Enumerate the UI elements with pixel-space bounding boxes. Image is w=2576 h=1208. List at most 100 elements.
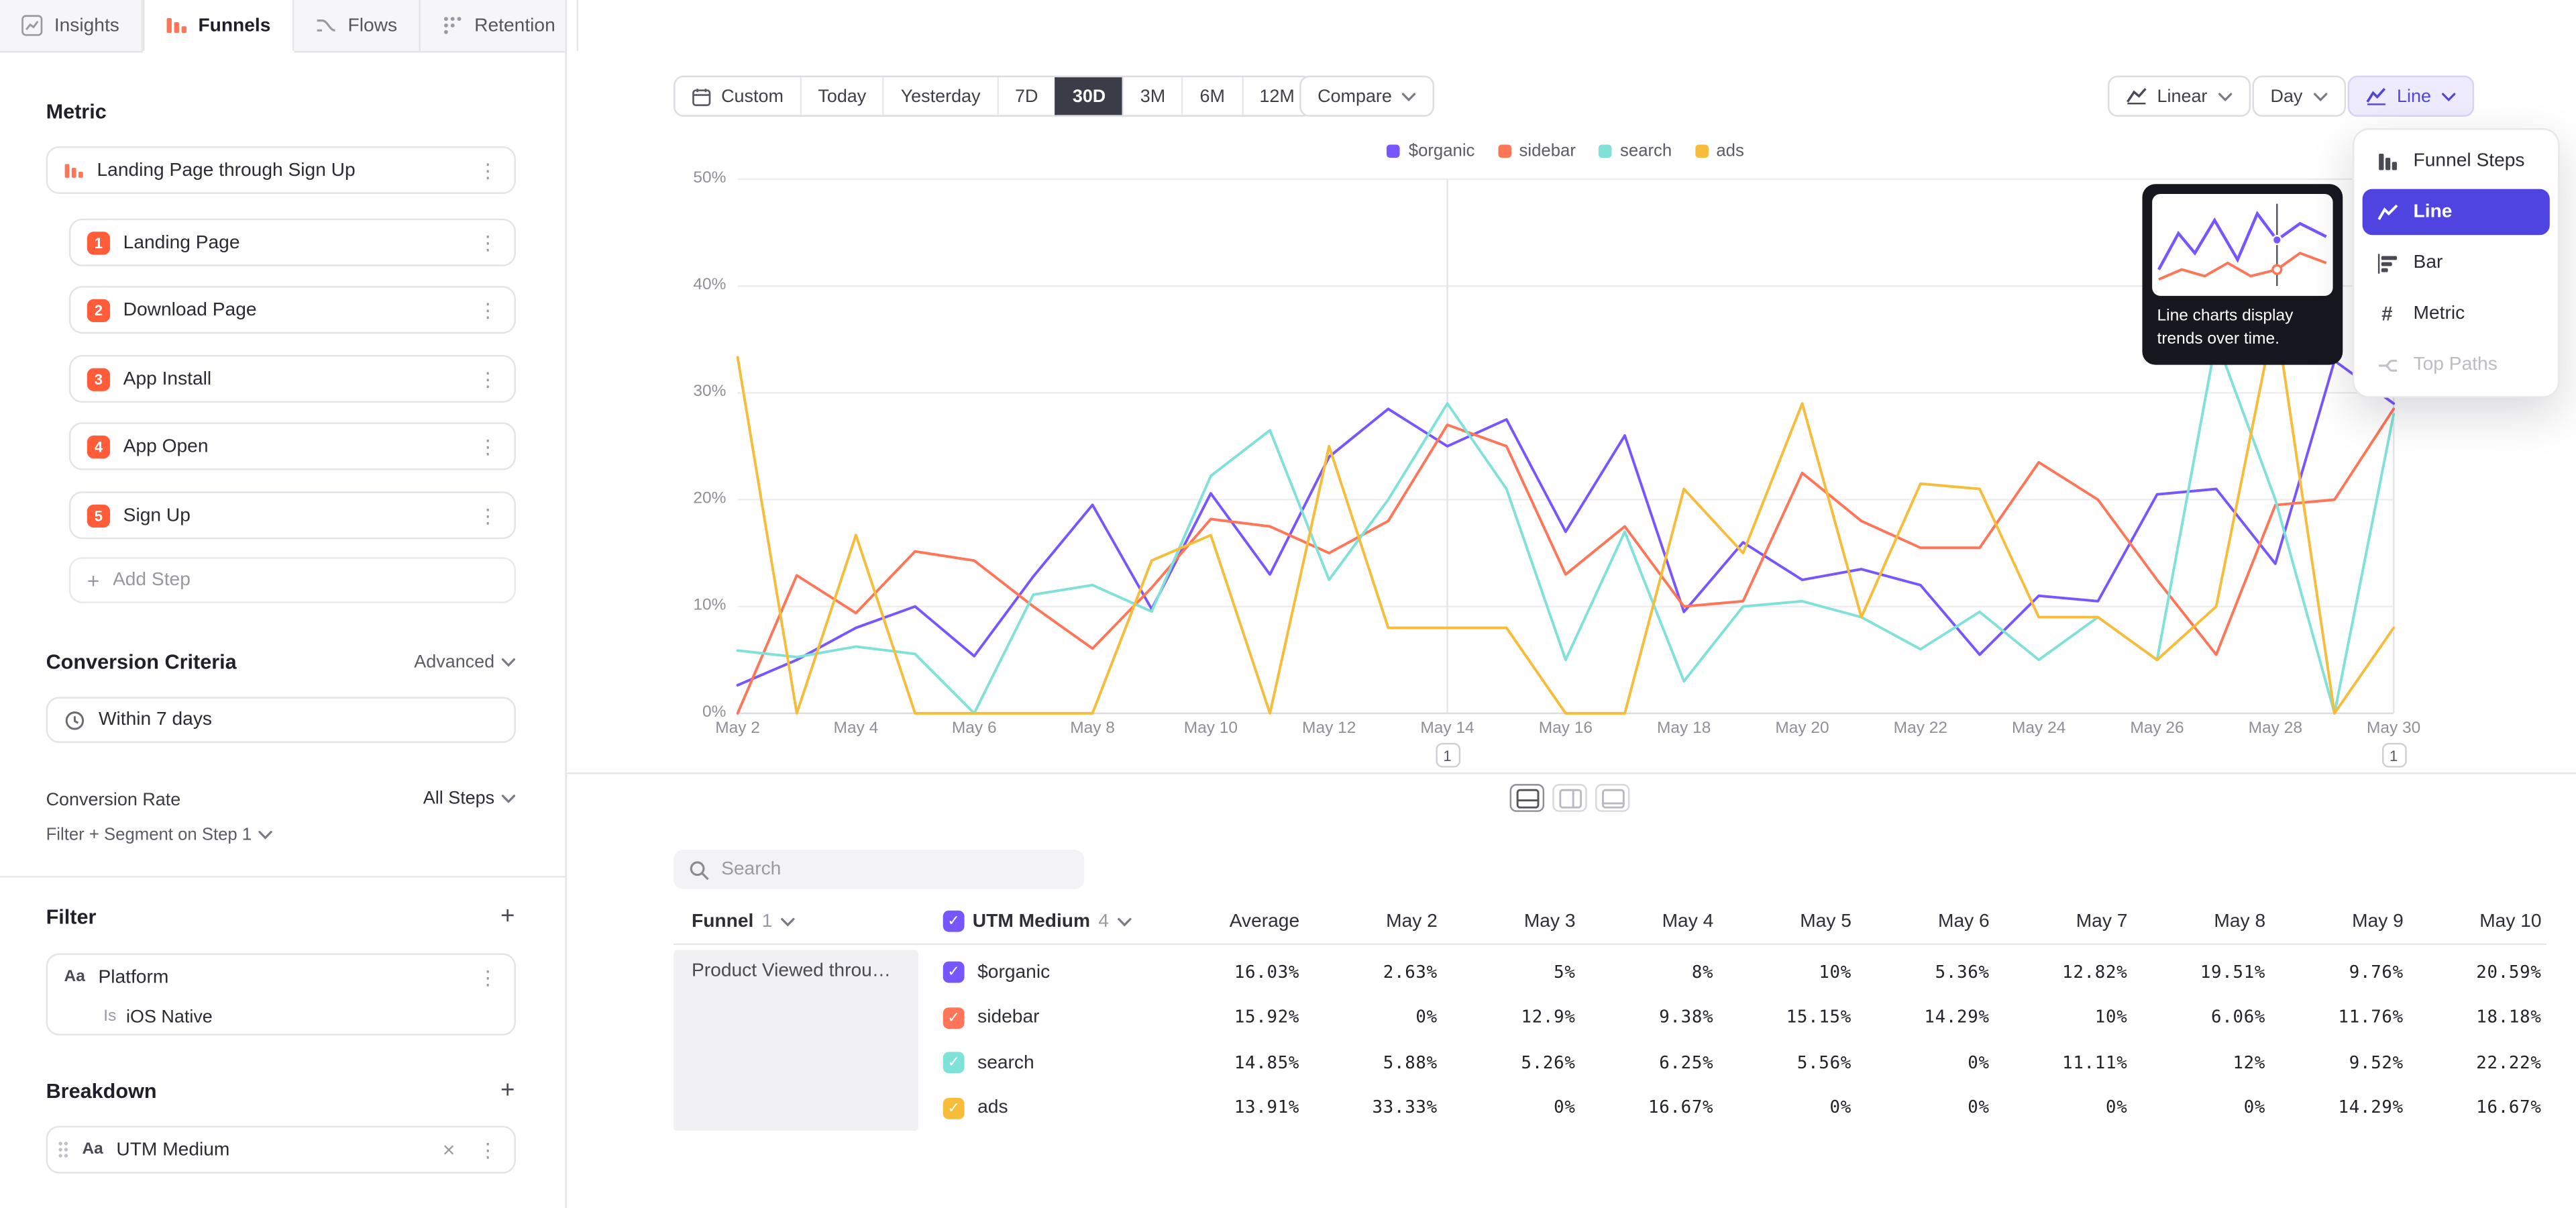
layout-split-vertical-button[interactable] — [1552, 784, 1587, 812]
kebab-menu-icon[interactable]: ⋮ — [478, 1138, 498, 1161]
kebab-menu-icon[interactable]: ⋮ — [478, 367, 498, 390]
advanced-label: Advanced — [414, 652, 494, 672]
layout-chart-only-button[interactable] — [1595, 784, 1629, 812]
cell-value: 8% — [1576, 950, 1714, 995]
step-number-badge: 1 — [87, 231, 110, 254]
kebab-menu-icon[interactable]: ⋮ — [478, 966, 498, 989]
menu-item-line[interactable]: Line — [2363, 189, 2550, 236]
step-row-2[interactable]: 2 Download Page ⋮ — [69, 286, 516, 334]
legend-label: sidebar — [1519, 142, 1576, 161]
yesterday-button[interactable]: Yesterday — [883, 77, 997, 115]
y-axis-label: 0% — [702, 703, 726, 721]
legend-item[interactable]: sidebar — [1498, 142, 1576, 161]
compare-button[interactable]: Compare — [1299, 76, 1434, 117]
compare-label: Compare — [1318, 87, 1392, 106]
breakdown-column-header[interactable]: ✓ UTM Medium 4 — [943, 911, 1132, 932]
row-checkbox[interactable]: ✓ — [943, 1007, 965, 1029]
x-axis-label: May 10 — [1168, 720, 1253, 738]
legend-item[interactable]: search — [1599, 142, 1672, 161]
kebab-menu-icon[interactable]: ⋮ — [478, 298, 498, 321]
step-row-5[interactable]: 5 Sign Up ⋮ — [69, 491, 516, 539]
tab-label: Retention — [474, 15, 555, 35]
remove-breakdown-icon[interactable]: × — [443, 1138, 455, 1162]
drag-handle-icon[interactable] — [58, 1141, 69, 1159]
menu-item-funnel-steps[interactable]: Funnel Steps — [2363, 138, 2550, 185]
annotation-badge[interactable]: 1 — [2381, 743, 2406, 768]
select-all-checkbox[interactable]: ✓ — [943, 911, 965, 932]
kebab-menu-icon[interactable]: ⋮ — [478, 504, 498, 527]
advanced-dropdown[interactable]: Advanced — [414, 652, 516, 672]
filter-value: iOS Native — [126, 1007, 213, 1026]
funnel-steps-icon — [2375, 150, 2398, 172]
chart-type-label: Line — [2397, 87, 2431, 106]
x-axis-label: May 12 — [1287, 720, 1372, 738]
row-checkbox[interactable]: ✓ — [943, 962, 965, 983]
tab-flows[interactable]: Flows — [294, 0, 421, 51]
series-line-$organic[interactable] — [738, 361, 2394, 685]
cell-value: 0% — [1438, 1086, 1576, 1131]
scale-linear-button[interactable]: Linear — [2108, 76, 2250, 117]
tab-funnels[interactable]: Funnels — [142, 0, 294, 51]
legend-label: search — [1620, 142, 1672, 161]
range-label: 6M — [1200, 87, 1225, 106]
funnel-card[interactable]: Landing Page through Sign Up ⋮ — [46, 146, 516, 194]
table-row: ✓ads13.91%33.33%0%16.67%0%0%0%0%14.29%16… — [674, 1086, 2546, 1131]
cell-value: 0% — [1713, 1086, 1851, 1131]
range-30d-button[interactable]: 30D — [1055, 77, 1122, 115]
legend-item[interactable]: $organic — [1387, 142, 1474, 161]
annotation-badge[interactable]: 1 — [1435, 743, 1460, 768]
series-line-sidebar[interactable] — [738, 409, 2394, 713]
tab-retention[interactable]: Retention — [420, 0, 578, 51]
today-label: Today — [818, 87, 866, 106]
step-row-3[interactable]: 3 App Install ⋮ — [69, 355, 516, 403]
column-header-may-6: May 6 — [1851, 912, 1990, 932]
conversion-window-row[interactable]: Within 7 days — [46, 697, 516, 743]
layout-split-horizontal-button[interactable] — [1510, 784, 1544, 812]
search-box[interactable] — [674, 850, 1084, 889]
all-steps-dropdown[interactable]: All Steps — [423, 789, 516, 809]
column-header-may-2: May 2 — [1299, 912, 1438, 932]
range-7d-button[interactable]: 7D — [997, 77, 1055, 115]
add-filter-button[interactable]: + — [493, 901, 523, 930]
range-3m-button[interactable]: 3M — [1122, 77, 1182, 115]
cell-value: 0% — [2127, 1086, 2265, 1131]
filter-card-platform[interactable]: Aa Platform ⋮ Is iOS Native — [46, 953, 516, 1035]
add-step-button[interactable]: + Add Step — [69, 557, 516, 603]
custom-range-button[interactable]: Custom — [676, 77, 800, 115]
filter-segment-dropdown[interactable]: Filter + Segment on Step 1 — [46, 825, 273, 844]
breakdown-card-utm-medium[interactable]: Aa UTM Medium × ⋮ — [46, 1126, 516, 1174]
legend-swatch — [1695, 145, 1709, 158]
kebab-menu-icon[interactable]: ⋮ — [478, 435, 498, 458]
custom-label: Custom — [721, 87, 784, 106]
filter-heading: Filter — [46, 905, 97, 928]
legend-item[interactable]: ads — [1695, 142, 1744, 161]
step-row-4[interactable]: 4 App Open ⋮ — [69, 422, 516, 470]
funnel-column-header[interactable]: Funnel 1 — [692, 912, 796, 932]
granularity-day-button[interactable]: Day — [2253, 76, 2346, 117]
kebab-menu-icon[interactable]: ⋮ — [478, 158, 498, 181]
add-breakdown-button[interactable]: + — [493, 1075, 523, 1105]
funnels-icon — [165, 15, 186, 36]
results-table: Funnel 1 ✓ UTM Medium 4 AverageMay 2May … — [674, 902, 2546, 1134]
series-line-search[interactable] — [738, 340, 2394, 713]
today-button[interactable]: Today — [800, 77, 882, 115]
row-checkbox[interactable]: ✓ — [943, 1097, 965, 1119]
chart-type-line-button[interactable]: Line — [2348, 76, 2474, 117]
step-row-1[interactable]: 1 Landing Page ⋮ — [69, 219, 516, 266]
range-6m-button[interactable]: 6M — [1182, 77, 1242, 115]
search-input[interactable] — [721, 860, 1069, 879]
layout-toggle-group — [1510, 784, 1630, 812]
kebab-menu-icon[interactable]: ⋮ — [478, 231, 498, 254]
menu-item-metric[interactable]: # Metric — [2363, 291, 2550, 337]
tab-insights[interactable]: Insights — [0, 0, 142, 51]
row-checkbox[interactable]: ✓ — [943, 1052, 965, 1074]
menu-item-bar[interactable]: Bar — [2363, 240, 2550, 287]
date-range-control: Custom Today Yesterday 7D 30D 3M 6M 12M — [674, 76, 1313, 117]
cell-value: 10% — [1990, 995, 2128, 1040]
filter-card-condition[interactable]: Is iOS Native — [48, 999, 515, 1034]
legend-swatch — [1498, 145, 1511, 158]
yesterday-label: Yesterday — [901, 87, 981, 106]
chevron-down-icon — [2441, 91, 2456, 101]
y-axis: 0%10%20%30%40%50% — [654, 179, 727, 713]
plus-icon: + — [87, 568, 100, 593]
